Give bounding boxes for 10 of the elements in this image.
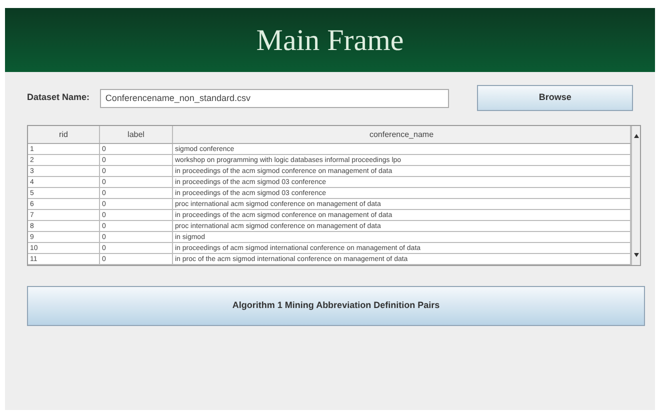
down-arrow-icon[interactable]	[634, 253, 638, 257]
column-header[interactable]: label	[100, 126, 173, 143]
up-arrow-icon[interactable]	[634, 134, 638, 138]
algorithm-button[interactable]: Algorithm 1 Mining Abbreviation Definition Pairs	[27, 286, 645, 326]
dataset-field[interactable]: Conferencename_non_standard.csv	[100, 88, 450, 108]
browse-button[interactable]: Browse	[477, 85, 633, 111]
dataset-label: Dataset Name:	[27, 91, 90, 104]
window-title: Main Frame	[256, 22, 404, 58]
scrollbar[interactable]	[631, 126, 640, 265]
column-header[interactable]: rid	[28, 126, 100, 143]
